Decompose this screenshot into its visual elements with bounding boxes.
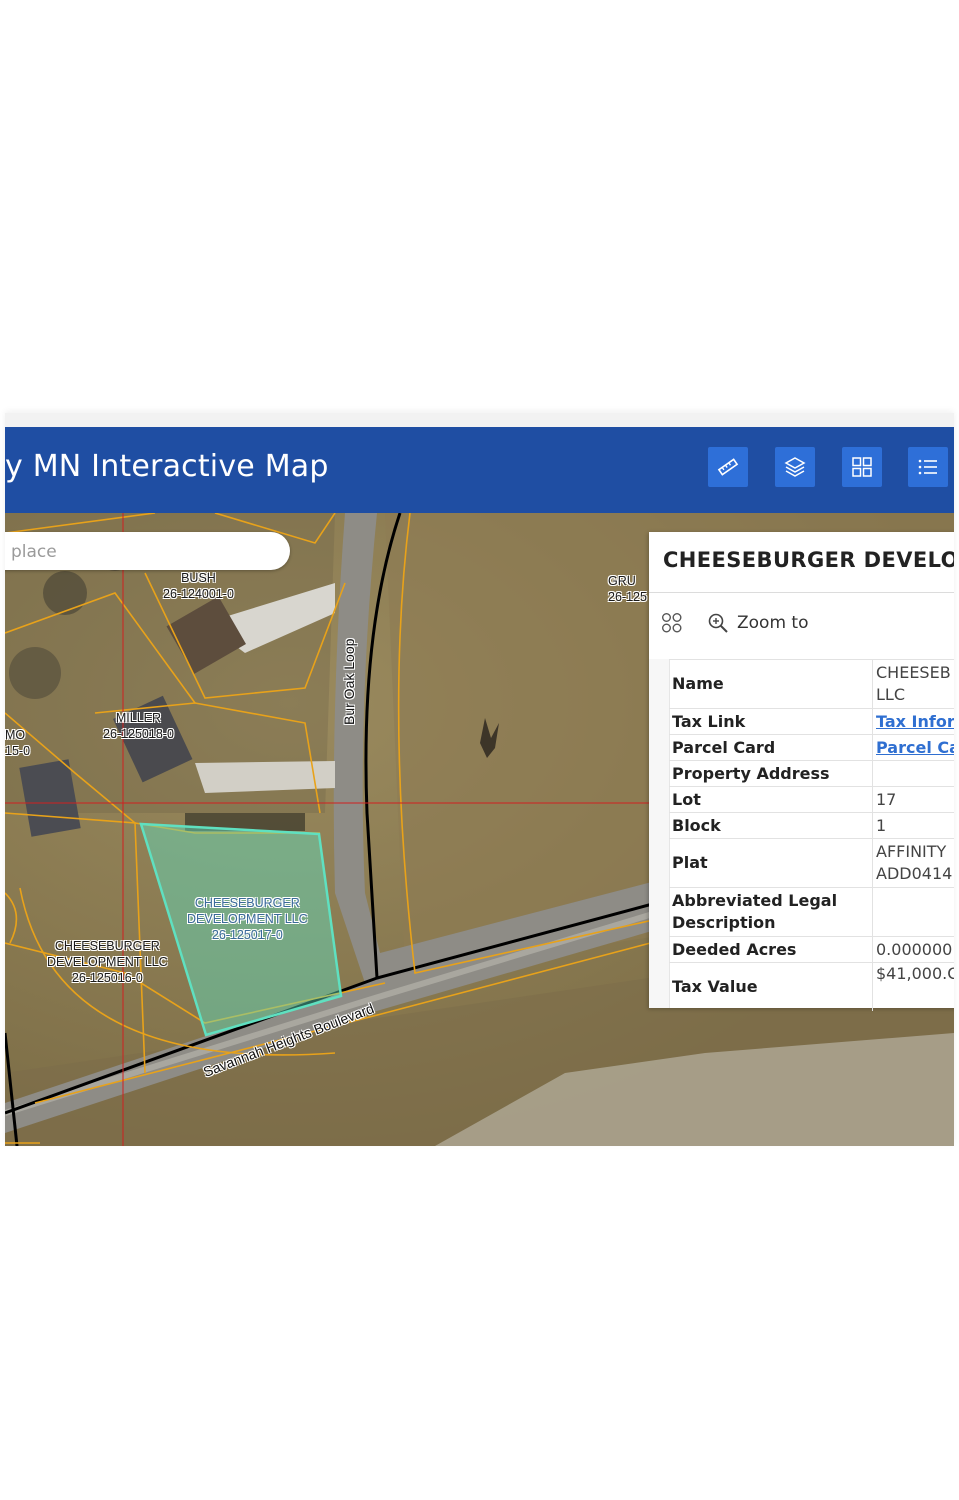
layers-icon xyxy=(784,457,806,477)
road-label: Bur Oak Loop xyxy=(341,638,357,725)
attribute-table: Name CHEESEBLLC Tax Link Tax Inforn Parc… xyxy=(669,659,954,1011)
attr-value: AFFINITY ADD0414 xyxy=(872,838,954,888)
tax-link[interactable]: Tax Inforn xyxy=(876,712,954,731)
list-icon xyxy=(918,459,937,475)
divider xyxy=(649,592,954,593)
attr-value: 17 xyxy=(872,786,954,813)
table-row: Parcel Card Parcel Car xyxy=(669,734,954,761)
attr-value: Parcel Car xyxy=(872,734,954,761)
grid-icon xyxy=(852,457,872,477)
attr-key: Tax Link xyxy=(669,708,873,735)
table-row: Abbreviated Legal Description xyxy=(669,887,954,937)
table-row: Deeded Acres 0.000000 xyxy=(669,936,954,963)
parcel-card-link[interactable]: Parcel Car xyxy=(876,738,954,757)
search-input[interactable] xyxy=(9,532,273,572)
zoom-to-button[interactable]: Zoom to xyxy=(707,608,808,638)
attr-key: Property Address xyxy=(669,760,873,787)
basemap-gallery-button[interactable] xyxy=(842,447,882,487)
attr-value: CHEESEB LLC xyxy=(872,659,954,709)
table-row: Tax Value $41,000.C xyxy=(669,962,954,1011)
attr-key: Name xyxy=(669,659,873,709)
table-row: Block 1 xyxy=(669,812,954,839)
search-box[interactable] xyxy=(5,532,290,572)
measure-tool-button[interactable] xyxy=(708,447,748,487)
attr-value: 0.000000 xyxy=(872,936,954,963)
parcel-label: BUSH 26-124001-0 xyxy=(163,571,234,601)
attr-value: $41,000.C xyxy=(872,962,954,1011)
ruler-icon xyxy=(717,458,739,476)
selected-parcel-label: CHEESEBURGER DEVELOPMENT LLC 26-125017-0 xyxy=(187,896,308,942)
map-view[interactable]: BUSH26-124001-0 MILLER26-125018-0 MO15-0… xyxy=(5,513,954,1146)
attr-key: Plat xyxy=(669,838,873,888)
browser-strip xyxy=(5,413,954,427)
layers-button[interactable] xyxy=(775,447,815,487)
attr-key: Block xyxy=(669,812,873,839)
attr-value: Tax Inforn xyxy=(872,708,954,735)
app-title: y MN Interactive Map xyxy=(5,449,329,484)
popup-title: CHEESEBURGER DEVELOPI xyxy=(663,548,954,572)
app-header: y MN Interactive Map xyxy=(5,427,954,513)
parcel-label: GRU 26-125 xyxy=(608,574,647,604)
table-row: Lot 17 xyxy=(669,786,954,813)
more-actions-icon[interactable] xyxy=(661,612,683,634)
table-row: Tax Link Tax Inforn xyxy=(669,708,954,735)
map-app-window: y MN Interactive Map place BUSH 26-12400… xyxy=(5,413,954,1146)
zoom-in-icon xyxy=(708,613,728,633)
attr-key: Abbreviated Legal Description xyxy=(669,887,873,937)
attr-key: Tax Value xyxy=(669,962,873,1011)
legend-button[interactable] xyxy=(908,447,948,487)
parcel-label: MO 15-0 xyxy=(5,728,31,758)
table-row: Property Address xyxy=(669,760,954,787)
attr-key: Lot xyxy=(669,786,873,813)
table-row: Name CHEESEB LLC xyxy=(669,659,954,709)
parcel-label: CHEESEBURGER DEVELOPMENT LLC 26-125016-0 xyxy=(47,939,168,985)
attr-value xyxy=(872,760,954,787)
table-row: Plat AFFINITY ADD0414 xyxy=(669,838,954,888)
popup-gutter xyxy=(649,659,670,1008)
zoom-to-label: Zoom to xyxy=(737,613,809,633)
parcel-label: MILLER 26-125018-0 xyxy=(103,711,174,741)
attr-key: Parcel Card xyxy=(669,734,873,761)
attr-value xyxy=(872,887,954,937)
attr-key: Deeded Acres xyxy=(669,936,873,963)
feature-popup: CHEESEBURGER DEVELOPI Zoom to Name CHEES… xyxy=(649,532,954,1011)
attr-value: 1 xyxy=(872,812,954,839)
